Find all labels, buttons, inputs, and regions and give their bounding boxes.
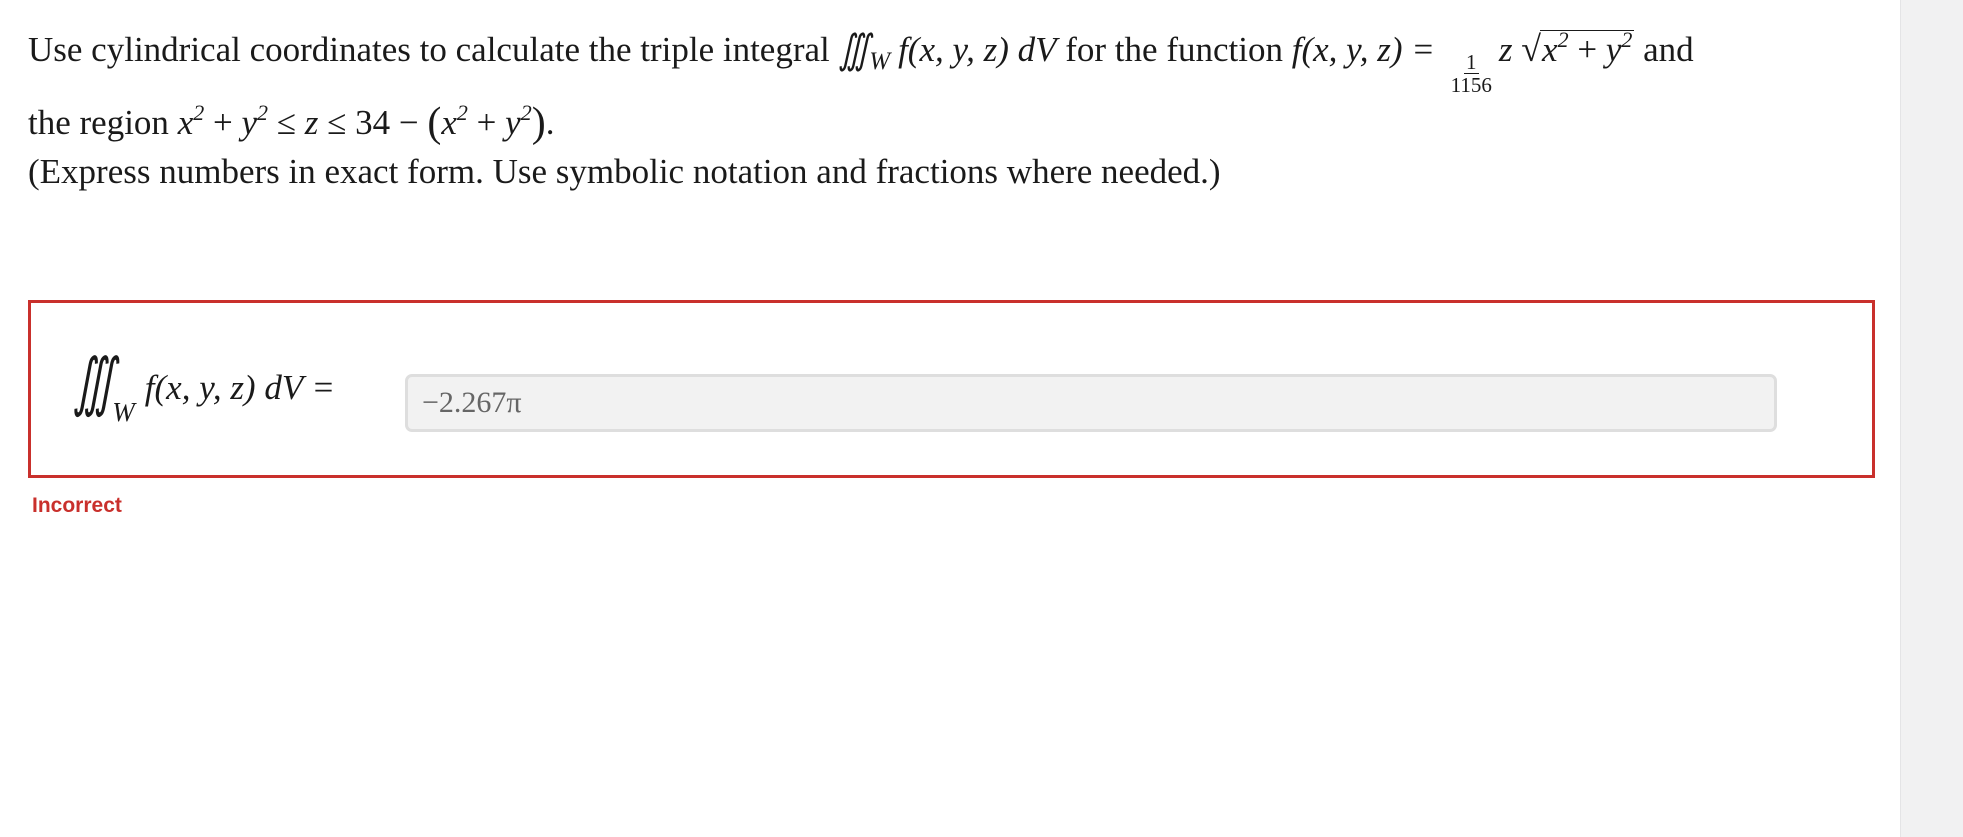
region-y-exponent: 2 — [257, 100, 269, 125]
answer-integral-subscript: W — [112, 397, 135, 427]
answer-input[interactable] — [405, 374, 1777, 432]
right-gutter — [1900, 0, 1963, 837]
triple-integral-symbol: ∭ — [838, 27, 871, 73]
radicand-plus: + — [1577, 30, 1598, 69]
square-root-expression: √x2 + y2 — [1521, 22, 1635, 77]
question-line-2: the region x2 + y2 ≤ z ≤ 34 − (x2 + y2). — [28, 96, 1868, 150]
region-x-exponent: 2 — [456, 100, 468, 125]
region-z: z — [304, 103, 319, 142]
question-line-1: Use cylindrical coordinates to calculate… — [28, 22, 1868, 96]
region-y: y — [241, 103, 258, 142]
function-lhs: f(x, y, z) = — [1291, 30, 1435, 69]
question-text: Use cylindrical coordinates to calculate… — [28, 22, 1868, 150]
integral-region-subscript: W — [869, 48, 891, 75]
answer-box: ∭ Wf(x, y, z) dV = — [28, 300, 1875, 478]
region-x-exponent: 2 — [193, 100, 205, 125]
region-y-exponent: 2 — [520, 100, 532, 125]
region-minus: − — [398, 103, 419, 142]
region-intro-text: the region — [28, 103, 169, 142]
and-text: and — [1643, 30, 1694, 69]
region-x: x — [441, 103, 457, 142]
region-left-paren: ( — [427, 100, 442, 146]
radicand: x2 + y2 — [1540, 27, 1635, 69]
function-intro-text: for the function — [1065, 30, 1283, 69]
radicand-x-exponent: 2 — [1557, 27, 1569, 52]
answer-lhs-expression: f(x, y, z) dV = — [144, 368, 335, 407]
answer-instructions: (Express numbers in exact form. Use symb… — [28, 152, 1221, 191]
fraction-denominator: 1156 — [1450, 73, 1492, 97]
radicand-y-exponent: 2 — [1621, 27, 1633, 52]
region-leq: ≤ — [276, 103, 296, 142]
region-constant: 34 — [355, 103, 391, 142]
coefficient-fraction: 1 1156 — [1449, 51, 1494, 96]
radical-symbol: √ — [1521, 29, 1542, 69]
answer-lhs: ∭ Wf(x, y, z) dV = — [73, 346, 335, 440]
radicand-y: y — [1605, 30, 1622, 69]
question-page: Use cylindrical coordinates to calculate… — [0, 0, 1900, 837]
region-plus: + — [476, 103, 497, 142]
incorrect-feedback-label: Incorrect — [32, 494, 122, 517]
function-z-factor: z — [1498, 30, 1513, 69]
radicand-x: x — [1542, 30, 1558, 69]
region-period: . — [545, 103, 555, 142]
answer-triple-integral-symbol: ∭ — [73, 346, 115, 418]
region-y: y — [505, 103, 521, 142]
region-plus: + — [212, 103, 233, 142]
region-right-paren: ) — [531, 100, 546, 146]
integrand-expression: f(x, y, z) dV — [898, 30, 1057, 69]
region-leq: ≤ — [327, 103, 347, 142]
fraction-numerator: 1 — [1464, 50, 1479, 74]
question-intro-text: Use cylindrical coordinates to calculate… — [28, 30, 830, 69]
region-inequality: x2 + y2 ≤ z ≤ 34 − (x2 + y2). — [177, 100, 555, 146]
region-x: x — [177, 103, 194, 142]
